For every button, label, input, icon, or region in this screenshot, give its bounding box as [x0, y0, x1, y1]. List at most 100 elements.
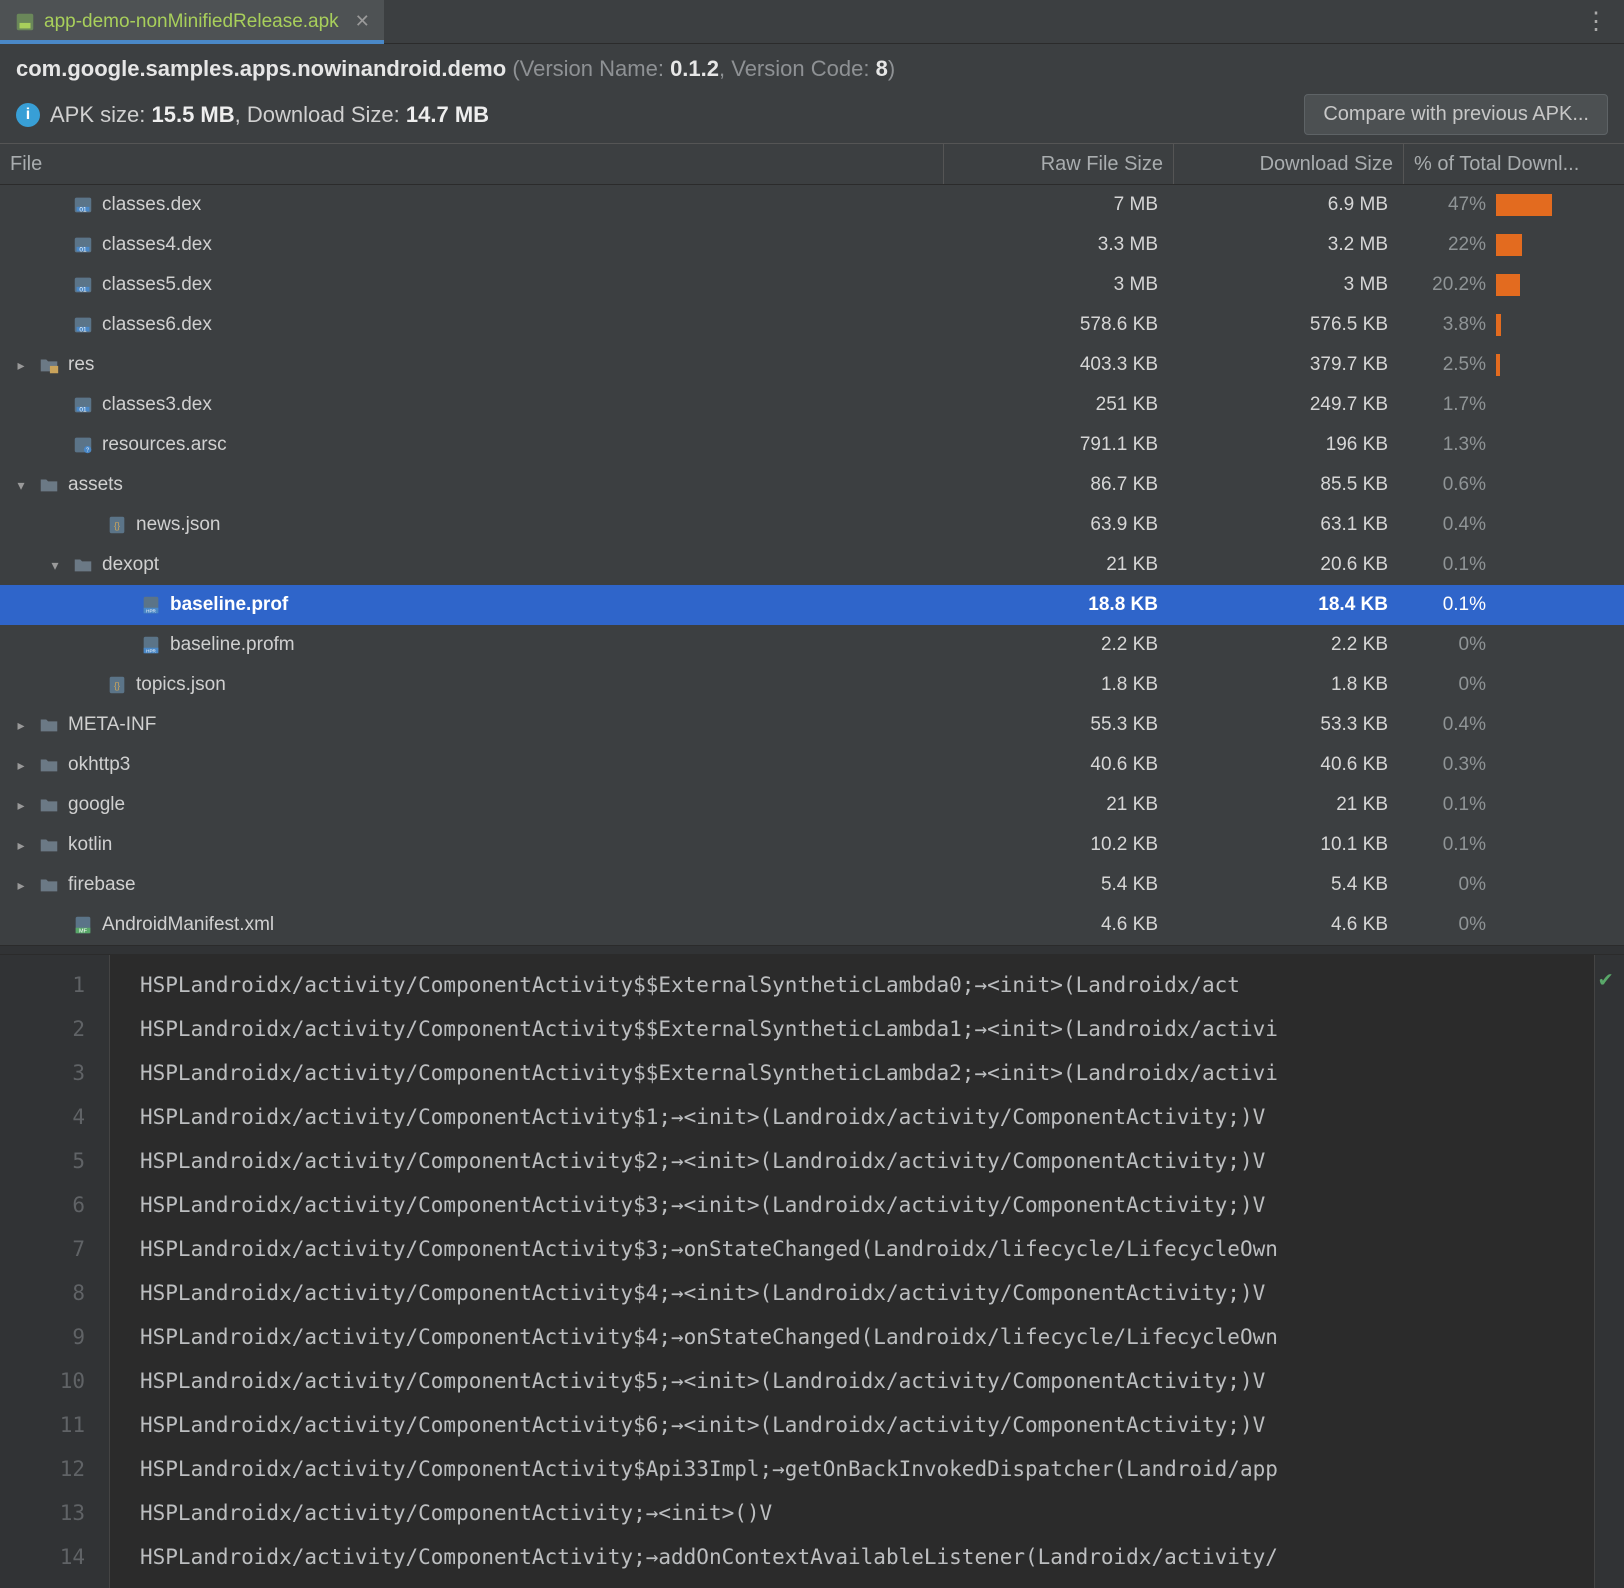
folder-icon	[38, 714, 60, 736]
file-name: classes6.dex	[102, 314, 212, 336]
download-size: 20.6 KB	[1174, 554, 1404, 576]
col-file[interactable]: File	[0, 144, 944, 184]
table-row[interactable]: ▸kotlin10.2 KB10.1 KB0.1%	[0, 825, 1624, 865]
line-number: 8	[8, 1271, 85, 1315]
raw-size: 7 MB	[944, 194, 1174, 216]
chevron-right-icon[interactable]: ▸	[12, 877, 30, 894]
dex-file-icon: 01	[72, 314, 94, 336]
file-name-cell: ▸kotlin	[0, 834, 944, 856]
table-row[interactable]: ▸{}topics.json1.8 KB1.8 KB0%	[0, 665, 1624, 705]
pane-divider[interactable]	[0, 945, 1624, 955]
percent-bar-cell	[1494, 314, 1624, 336]
file-name: news.json	[136, 514, 221, 536]
tab-label: app-demo-nonMinifiedRelease.apk	[44, 11, 339, 33]
chevron-right-icon[interactable]: ▸	[12, 717, 30, 734]
percent: 2.5%	[1404, 354, 1494, 376]
file-name-cell: ▸01classes.dex	[0, 194, 944, 216]
table-row[interactable]: ▸?resources.arsc791.1 KB196 KB1.3%	[0, 425, 1624, 465]
table-row[interactable]: ▾dexopt21 KB20.6 KB0.1%	[0, 545, 1624, 585]
file-name-cell: ▸firebase	[0, 874, 944, 896]
kebab-menu-icon[interactable]: ⋮	[1568, 7, 1624, 36]
percent: 22%	[1404, 234, 1494, 256]
file-name-cell: ▸HPRbaseline.prof	[0, 594, 944, 616]
dex-file-icon: 01	[72, 274, 94, 296]
code-content[interactable]: HSPLandroidx/activity/ComponentActivity$…	[110, 955, 1594, 1588]
percent: 0.1%	[1404, 594, 1494, 616]
percent: 0%	[1404, 914, 1494, 936]
close-icon[interactable]: ✕	[355, 11, 370, 32]
line-number: 14	[8, 1535, 85, 1579]
folder-icon	[38, 354, 60, 376]
chevron-down-icon[interactable]: ▾	[46, 557, 64, 574]
file-name: assets	[68, 474, 123, 496]
tab-apk[interactable]: app-demo-nonMinifiedRelease.apk ✕	[0, 0, 384, 43]
percent-bar-cell	[1494, 274, 1624, 296]
raw-size: 1.8 KB	[944, 674, 1174, 696]
line-number: 9	[8, 1315, 85, 1359]
line-number: 3	[8, 1051, 85, 1095]
percent-bar	[1496, 234, 1522, 256]
table-row[interactable]: ▸META-INF55.3 KB53.3 KB0.4%	[0, 705, 1624, 745]
file-name-cell: ▸ okhttp3	[0, 754, 944, 776]
percent: 0%	[1404, 874, 1494, 896]
raw-size: 21 KB	[944, 554, 1174, 576]
percent: 0%	[1404, 634, 1494, 656]
table-row[interactable]: ▸res403.3 KB379.7 KB2.5%	[0, 345, 1624, 385]
chevron-right-icon[interactable]: ▸	[12, 357, 30, 374]
table-row[interactable]: ▸01classes3.dex251 KB249.7 KB1.7%	[0, 385, 1624, 425]
tab-bar: app-demo-nonMinifiedRelease.apk ✕ ⋮	[0, 0, 1624, 44]
table-row[interactable]: ▸HPRbaseline.profm2.2 KB2.2 KB0%	[0, 625, 1624, 665]
file-name: classes5.dex	[102, 274, 212, 296]
download-size: 379.7 KB	[1174, 354, 1404, 376]
compare-button[interactable]: Compare with previous APK...	[1304, 94, 1608, 135]
code-line: HSPLandroidx/activity/ComponentActivity$…	[140, 1051, 1594, 1095]
svg-text:HPR: HPR	[146, 648, 156, 653]
raw-size: 10.2 KB	[944, 834, 1174, 856]
chevron-right-icon[interactable]: ▸	[12, 837, 30, 854]
raw-size: 3.3 MB	[944, 234, 1174, 256]
col-percent[interactable]: % of Total Downl...	[1404, 153, 1624, 176]
code-line: HSPLandroidx/activity/ComponentActivity;…	[140, 1491, 1594, 1535]
file-name: google	[68, 794, 125, 816]
percent: 3.8%	[1404, 314, 1494, 336]
percent: 0.4%	[1404, 514, 1494, 536]
chevron-down-icon[interactable]: ▾	[12, 477, 30, 494]
chevron-right-icon[interactable]: ▸	[12, 757, 30, 774]
col-raw[interactable]: Raw File Size	[944, 144, 1174, 184]
line-number: 5	[8, 1139, 85, 1183]
table-row[interactable]: ▸{}news.json63.9 KB63.1 KB0.4%	[0, 505, 1624, 545]
file-tree[interactable]: ▸01classes.dex7 MB6.9 MB47% ▸ 01 classes4.d…	[0, 185, 1624, 945]
raw-size: 55.3 KB	[944, 714, 1174, 736]
percent-bar-cell	[1494, 354, 1624, 376]
chevron-right-icon[interactable]: ▸	[12, 797, 30, 814]
table-row[interactable]: ▾assets86.7 KB85.5 KB0.6%	[0, 465, 1624, 505]
code-line: HSPLandroidx/activity/ComponentActivity$…	[140, 1095, 1594, 1139]
file-name-cell: ▸01classes3.dex	[0, 394, 944, 416]
col-download[interactable]: Download Size	[1174, 144, 1404, 184]
file-name: classes4.dex	[102, 234, 212, 256]
code-viewer: 1234567891011121314 HSPLandroidx/activit…	[0, 955, 1624, 1588]
table-row[interactable]: ▸MFAndroidManifest.xml4.6 KB4.6 KB0%	[0, 905, 1624, 945]
file-name-cell: ▾dexopt	[0, 554, 944, 576]
table-row[interactable]: ▸firebase5.4 KB5.4 KB0%	[0, 865, 1624, 905]
file-name: okhttp3	[68, 754, 130, 776]
json-file-icon: {}	[106, 514, 128, 536]
file-name-cell: ▸01classes5.dex	[0, 274, 944, 296]
line-number: 1	[8, 963, 85, 1007]
download-size: 196 KB	[1174, 434, 1404, 456]
table-row[interactable]: ▸01classes5.dex3 MB3 MB20.2%	[0, 265, 1624, 305]
file-name: resources.arsc	[102, 434, 227, 456]
table-row[interactable]: ▸01classes4.dex3.3 MB3.2 MB22%	[0, 225, 1624, 265]
table-row[interactable]: ▸okhttp340.6 KB40.6 KB0.3%	[0, 745, 1624, 785]
download-size: 6.9 MB	[1174, 194, 1404, 216]
download-size: 63.1 KB	[1174, 514, 1404, 536]
table-row[interactable]: ▸google21 KB21 KB0.1%	[0, 785, 1624, 825]
table-row[interactable]: ▸HPRbaseline.prof18.8 KB18.4 KB0.1%	[0, 585, 1624, 625]
table-row[interactable]: ▸01classes.dex7 MB6.9 MB47%	[0, 185, 1624, 225]
dex-file-icon: 01	[72, 394, 94, 416]
table-row[interactable]: ▸01classes6.dex578.6 KB576.5 KB3.8%	[0, 305, 1624, 345]
file-name: baseline.prof	[170, 594, 288, 616]
code-line: HSPLandroidx/activity/ComponentActivity$…	[140, 1227, 1594, 1271]
download-size: 85.5 KB	[1174, 474, 1404, 496]
raw-size: 63.9 KB	[944, 514, 1174, 536]
